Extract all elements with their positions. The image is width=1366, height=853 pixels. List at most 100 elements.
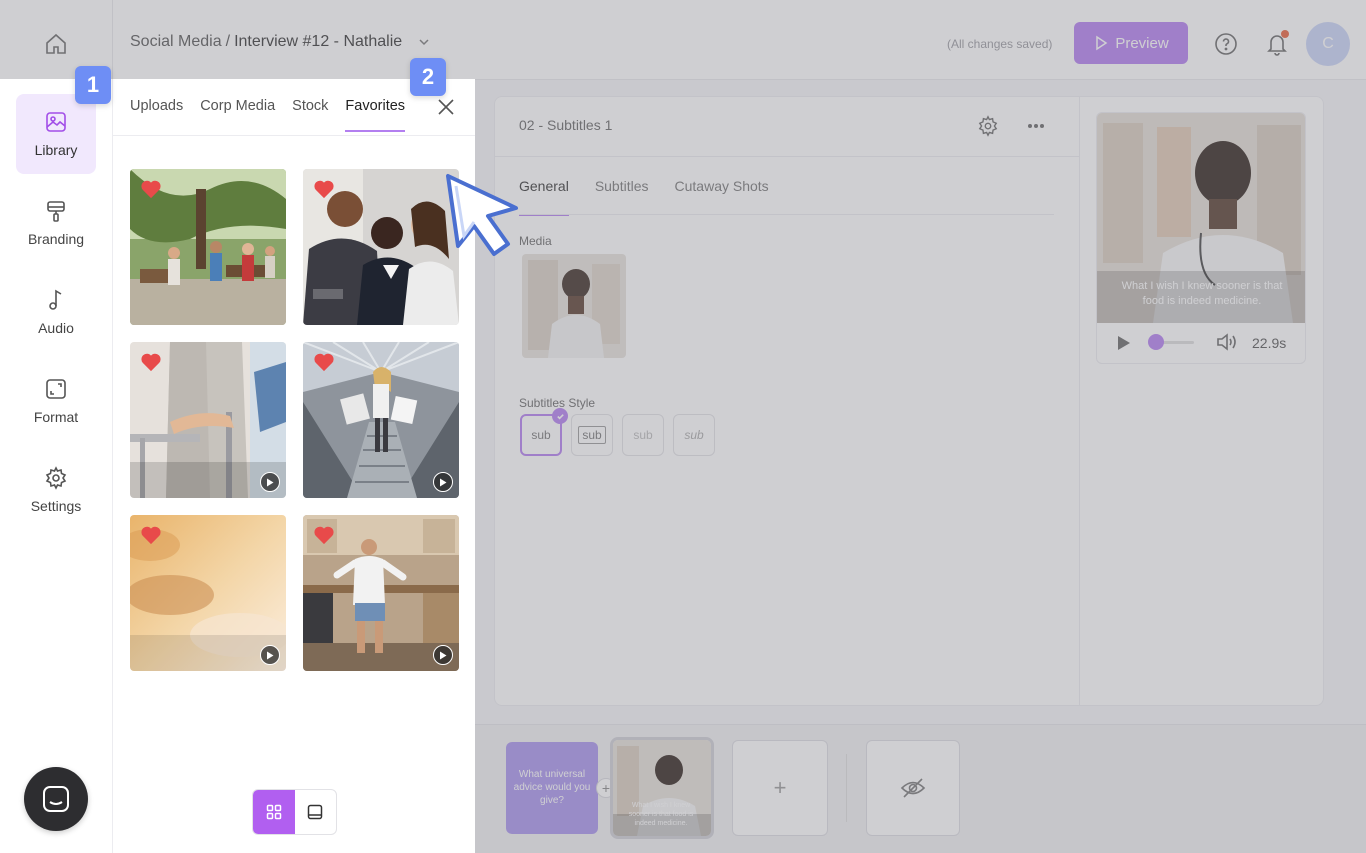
check-icon [552, 408, 568, 424]
play-icon [260, 645, 280, 665]
sidebar-item-format[interactable]: Format [16, 361, 96, 441]
media-item[interactable] [303, 169, 459, 325]
heart-icon[interactable] [140, 179, 162, 199]
play-icon [1118, 336, 1130, 350]
heart-icon[interactable] [313, 352, 335, 372]
sidebar-item-library[interactable]: Library [16, 94, 96, 174]
tab-favorites[interactable]: Favorites [345, 98, 406, 132]
divider [846, 754, 847, 822]
video-duration: 22.9s [1252, 335, 1287, 351]
sidebar-item-label: Library [34, 142, 78, 158]
close-icon [438, 99, 454, 115]
single-view-button[interactable] [295, 790, 337, 834]
more-horizontal-icon [1028, 124, 1044, 128]
play-icon [433, 645, 453, 665]
app-header: Social Media / Interview #12 - Nathalie … [0, 0, 1366, 80]
play-button[interactable] [1116, 334, 1132, 352]
media-thumbnail[interactable] [522, 254, 626, 358]
tab-cutaway-shots[interactable]: Cutaway Shots [675, 178, 769, 216]
media-item[interactable] [130, 515, 286, 671]
subtitle-style-option[interactable]: sub [571, 414, 613, 456]
more-options-button[interactable] [1023, 114, 1049, 138]
save-status: (All changes saved) [947, 37, 1053, 51]
video-progress-handle[interactable] [1148, 334, 1164, 350]
gear-icon [45, 466, 67, 490]
left-sidebar: Library Branding Audio Format Settings [0, 79, 113, 853]
scene-thumbnail[interactable]: What universal advice would you give? [506, 742, 598, 834]
preview-label: Preview [1115, 34, 1169, 52]
header-divider [112, 0, 113, 80]
sidebar-item-branding[interactable]: Branding [16, 183, 96, 263]
play-outline-icon [1096, 35, 1108, 51]
step-marker-1: 1 [75, 66, 111, 104]
video-preview-card: What I wish I knew sooner is that food i… [1096, 112, 1306, 364]
preview-button[interactable]: Preview [1074, 22, 1188, 64]
style-sample: sub [578, 426, 606, 444]
step-marker-2: 2 [410, 58, 446, 96]
scene-thumbnail-selected[interactable]: What I wish I knew sooner is that food i… [610, 737, 714, 839]
scene-caption: What I wish I knew sooner is that food i… [628, 802, 694, 827]
play-icon [260, 472, 280, 492]
eye-off-icon [900, 778, 926, 798]
video-caption: What I wish I knew sooner is that food i… [1121, 280, 1283, 307]
close-button[interactable] [434, 95, 458, 119]
subtitle-style-option[interactable]: sub [622, 414, 664, 456]
subtitle-style-option[interactable]: sub [520, 408, 568, 456]
aspect-ratio-icon [46, 379, 66, 399]
hidden-scenes-button[interactable] [866, 740, 960, 836]
style-sample: sub [684, 428, 704, 442]
subtitle-style-option[interactable]: sub [673, 414, 715, 456]
style-sample: sub [633, 428, 653, 442]
divider [494, 156, 1079, 157]
pointer-cursor-icon [446, 174, 518, 256]
view-mode-toggle [252, 789, 337, 835]
user-avatar[interactable]: C [1306, 22, 1350, 66]
play-icon [433, 472, 453, 492]
home-icon [46, 33, 66, 54]
sidebar-item-audio[interactable]: Audio [16, 272, 96, 352]
divider [519, 214, 1054, 215]
media-item[interactable] [130, 169, 286, 325]
breadcrumb-parent[interactable]: Social Media [130, 33, 222, 51]
media-item[interactable] [303, 342, 459, 498]
chevron-down-icon[interactable] [418, 36, 430, 48]
single-view-icon [308, 804, 323, 820]
tab-subtitles[interactable]: Subtitles [595, 178, 649, 216]
scene-settings-button[interactable] [976, 114, 1000, 138]
scene-title: 02 - Subtitles 1 [519, 117, 613, 133]
media-item[interactable] [303, 515, 459, 671]
breadcrumb: Social Media / Interview #12 - Nathalie [130, 33, 430, 51]
sidebar-item-label: Format [33, 409, 79, 425]
grid-icon [266, 804, 281, 820]
tab-stock[interactable]: Stock [292, 98, 328, 132]
sidebar-item-settings[interactable]: Settings [16, 450, 96, 530]
paint-roller-icon [47, 201, 65, 222]
volume-icon [1217, 333, 1236, 351]
home-button[interactable] [40, 28, 72, 60]
music-note-icon [49, 289, 62, 310]
media-item[interactable] [130, 342, 286, 498]
chat-support-button[interactable] [24, 767, 88, 831]
add-scene-button[interactable]: + [732, 740, 828, 836]
help-icon [1215, 33, 1237, 55]
help-button[interactable] [1212, 30, 1240, 58]
breadcrumb-current: Interview #12 - Nathalie [234, 33, 403, 50]
scene-text: What universal advice would you give? [513, 769, 591, 806]
heart-icon[interactable] [140, 352, 162, 372]
tab-uploads[interactable]: Uploads [130, 98, 183, 132]
gear-icon [978, 115, 998, 137]
divider [113, 135, 475, 136]
heart-icon[interactable] [140, 525, 162, 545]
tab-corp-media[interactable]: Corp Media [200, 98, 275, 132]
heart-icon[interactable] [313, 179, 335, 199]
volume-button[interactable] [1216, 332, 1238, 352]
heart-icon[interactable] [313, 525, 335, 545]
sidebar-item-label: Audio [38, 320, 74, 336]
notifications-button[interactable] [1263, 30, 1291, 58]
library-tabs: Uploads Corp Media Stock Favorites [130, 98, 406, 132]
scene-tabs: General Subtitles Cutaway Shots [519, 178, 769, 216]
grid-view-button[interactable] [253, 790, 295, 834]
breadcrumb-separator: / [225, 33, 231, 50]
notification-dot [1281, 30, 1289, 38]
chat-icon [43, 786, 69, 812]
